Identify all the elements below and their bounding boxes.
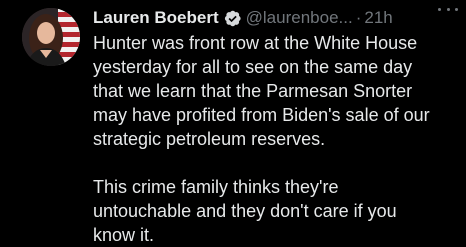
- avatar-image: [22, 8, 80, 66]
- more-dot: [438, 7, 441, 11]
- separator-dot: ·: [355, 8, 362, 27]
- avatar[interactable]: [22, 8, 80, 66]
- more-options-icon[interactable]: [438, 2, 458, 16]
- verified-badge-icon: [223, 9, 242, 28]
- timestamp[interactable]: 21h: [364, 8, 392, 28]
- tweet-content: Lauren Boebert @laurenboe... · 21h Hunte…: [93, 7, 461, 247]
- more-dot: [455, 7, 458, 11]
- tweet-header: Lauren Boebert @laurenboe... · 21h: [93, 7, 461, 29]
- tweet-text: Hunter was front row at the White House …: [93, 31, 461, 247]
- handle[interactable]: @laurenboe...: [246, 8, 353, 28]
- tweet-paragraph: Hunter was front row at the White House …: [93, 33, 430, 149]
- more-dot: [446, 7, 450, 11]
- tweet[interactable]: Lauren Boebert @laurenboe... · 21h Hunte…: [0, 0, 466, 247]
- display-name[interactable]: Lauren Boebert: [93, 8, 219, 28]
- tweet-paragraph: This crime family thinks they're untouch…: [93, 177, 397, 245]
